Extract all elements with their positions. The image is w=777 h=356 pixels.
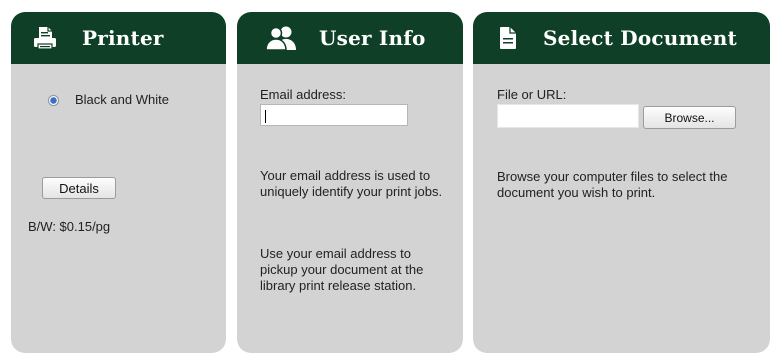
- printer-icon: [33, 25, 57, 51]
- user-info-panel-header: User Info: [237, 12, 463, 64]
- email-info-text: Your email address is used to uniquely i…: [260, 168, 443, 199]
- printer-title: Printer: [82, 26, 164, 50]
- printer-panel-header: Printer: [11, 12, 226, 64]
- text-cursor: [265, 110, 266, 123]
- details-button[interactable]: Details: [42, 177, 116, 199]
- select-document-panel: Select Document File or URL: Browse... B…: [473, 12, 770, 353]
- user-info-title: User Info: [319, 26, 426, 50]
- black-and-white-label[interactable]: Black and White: [75, 92, 169, 108]
- file-or-url-field[interactable]: [497, 104, 639, 128]
- select-document-panel-header: Select Document: [473, 12, 770, 64]
- bw-price: B/W: $0.15/pg: [28, 219, 111, 234]
- user-info-panel: User Info Email address: Your email addr…: [237, 12, 463, 353]
- email-label: Email address:: [260, 87, 346, 102]
- black-and-white-radio[interactable]: [48, 95, 59, 106]
- email-field[interactable]: [260, 104, 408, 126]
- browse-button[interactable]: Browse...: [643, 106, 736, 129]
- pickup-info-text: Use your email address to pickup your do…: [260, 246, 424, 293]
- file-or-url-label: File or URL:: [497, 87, 567, 102]
- select-document-title: Select Document: [543, 26, 737, 50]
- document-icon: [499, 26, 517, 50]
- browse-info-text: Browse your computer files to select the…: [497, 169, 728, 200]
- printer-panel: Printer Black and White Details B/W: $0.…: [11, 12, 226, 353]
- users-icon: [265, 25, 297, 51]
